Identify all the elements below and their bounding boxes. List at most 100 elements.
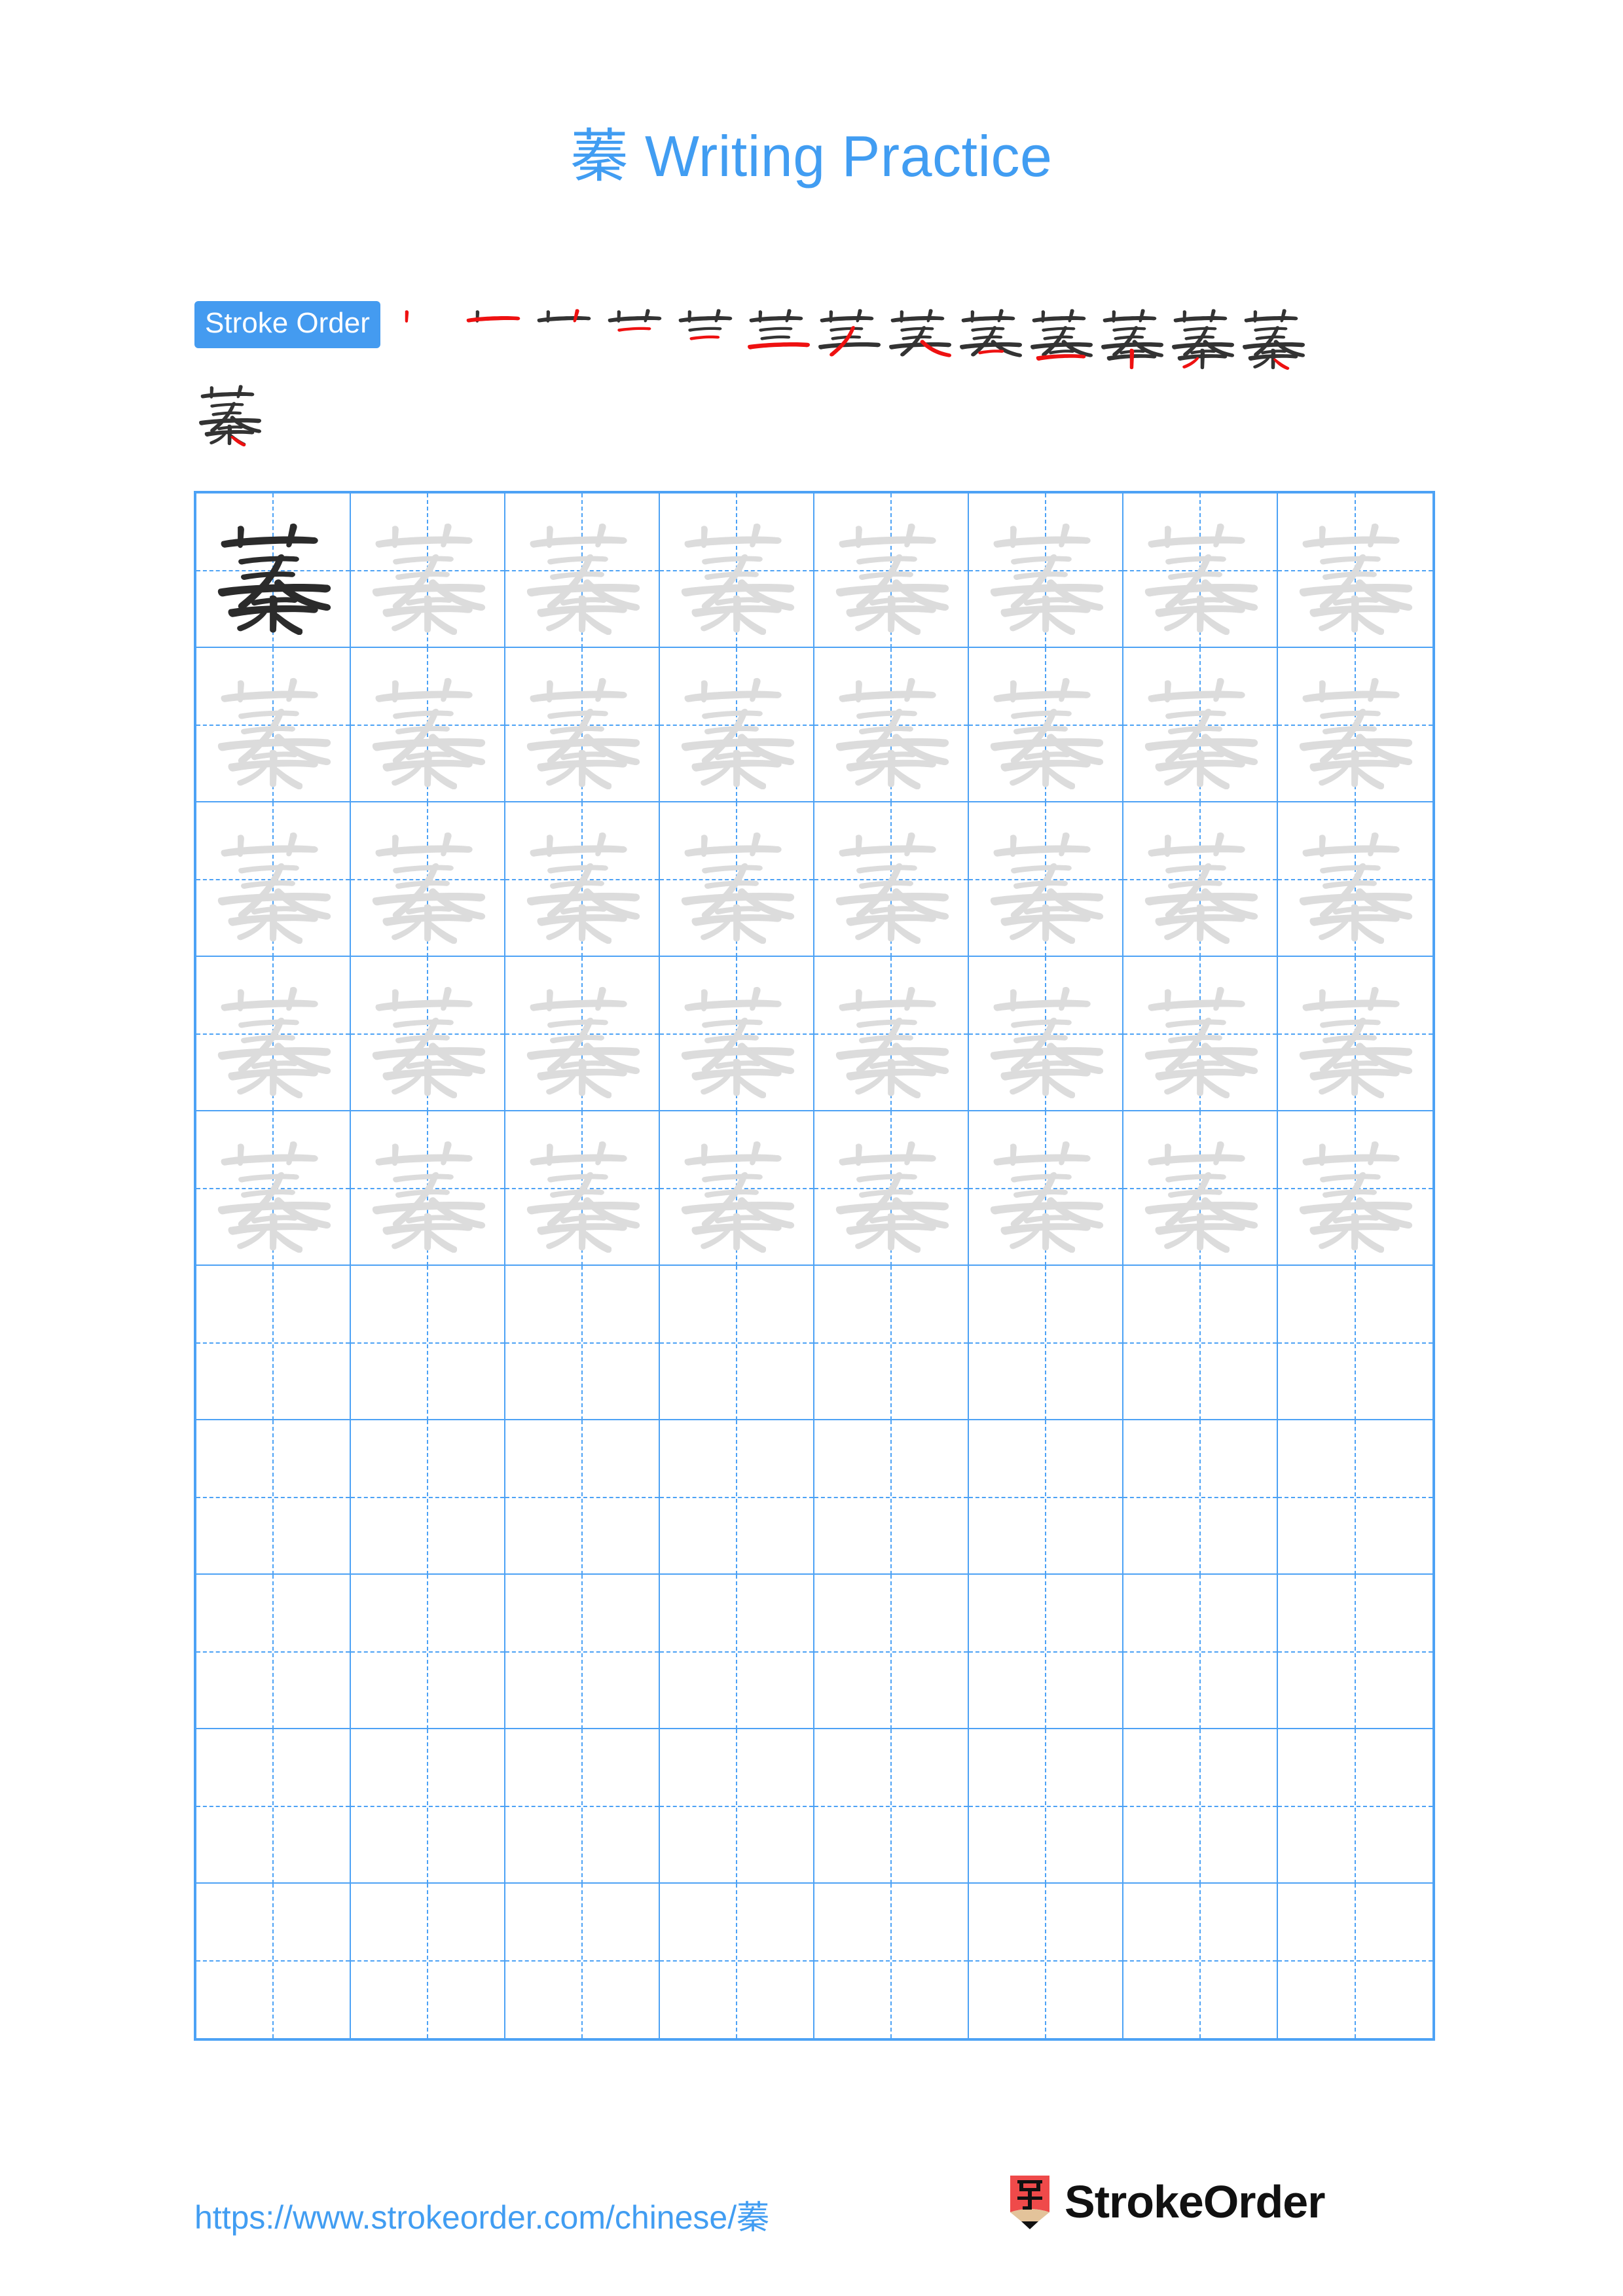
practice-cell-r7-c3[interactable] (660, 1575, 814, 1729)
practice-cell-r9-c4[interactable] (814, 1884, 969, 2038)
practice-cell-r2-c2[interactable] (505, 802, 660, 957)
practice-cell-r7-c0[interactable] (196, 1575, 351, 1729)
stroke-step-11 (1097, 300, 1167, 370)
practice-cell-r5-c5[interactable] (969, 1266, 1123, 1420)
practice-cell-r0-c7[interactable] (1278, 493, 1432, 648)
trace-character (1278, 1111, 1432, 1266)
stroke-step-4 (602, 300, 672, 370)
practice-cell-r7-c7[interactable] (1278, 1575, 1432, 1729)
practice-cell-r3-c3[interactable] (660, 957, 814, 1111)
practice-cell-r5-c2[interactable] (505, 1266, 660, 1420)
practice-cell-r0-c4[interactable] (814, 493, 969, 648)
practice-cell-r2-c4[interactable] (814, 802, 969, 957)
practice-cell-r8-c5[interactable] (969, 1729, 1123, 1884)
practice-cell-r1-c6[interactable] (1123, 648, 1278, 802)
trace-character (351, 957, 504, 1111)
practice-cell-r5-c3[interactable] (660, 1266, 814, 1420)
practice-cell-r9-c5[interactable] (969, 1884, 1123, 2038)
practice-cell-r6-c2[interactable] (505, 1420, 660, 1575)
stroke-step-7 (814, 300, 884, 370)
trace-character (505, 957, 659, 1111)
practice-cell-r7-c5[interactable] (969, 1575, 1123, 1729)
practice-cell-r0-c6[interactable] (1123, 493, 1278, 648)
practice-cell-r7-c4[interactable] (814, 1575, 969, 1729)
practice-cell-r6-c0[interactable] (196, 1420, 351, 1575)
practice-cell-r3-c7[interactable] (1278, 957, 1432, 1111)
practice-cell-r5-c4[interactable] (814, 1266, 969, 1420)
practice-cell-r0-c1[interactable] (351, 493, 505, 648)
practice-cell-r0-c2[interactable] (505, 493, 660, 648)
trace-character (351, 1111, 504, 1266)
practice-cell-r1-c0[interactable] (196, 648, 351, 802)
practice-cell-r8-c4[interactable] (814, 1729, 969, 1884)
practice-cell-r4-c2[interactable] (505, 1111, 660, 1266)
practice-cell-r3-c4[interactable] (814, 957, 969, 1111)
practice-cell-r9-c2[interactable] (505, 1884, 660, 2038)
practice-cell-r6-c3[interactable] (660, 1420, 814, 1575)
practice-cell-r9-c0[interactable] (196, 1884, 351, 2038)
practice-cell-r4-c5[interactable] (969, 1111, 1123, 1266)
practice-cell-r9-c6[interactable] (1123, 1884, 1278, 2038)
practice-cell-r4-c6[interactable] (1123, 1111, 1278, 1266)
trace-character (505, 493, 659, 648)
practice-cell-r8-c0[interactable] (196, 1729, 351, 1884)
trace-character (1278, 802, 1432, 957)
practice-cell-r0-c3[interactable] (660, 493, 814, 648)
practice-cell-r1-c2[interactable] (505, 648, 660, 802)
practice-cell-r6-c7[interactable] (1278, 1420, 1432, 1575)
practice-cell-r0-c0[interactable] (196, 493, 351, 648)
practice-cell-r8-c1[interactable] (351, 1729, 505, 1884)
practice-cell-r8-c2[interactable] (505, 1729, 660, 1884)
practice-grid-row (196, 1575, 1432, 1729)
practice-cell-r6-c6[interactable] (1123, 1420, 1278, 1575)
practice-grid-row (196, 1420, 1432, 1575)
practice-cell-r2-c6[interactable] (1123, 802, 1278, 957)
practice-cell-r2-c1[interactable] (351, 802, 505, 957)
practice-cell-r6-c4[interactable] (814, 1420, 969, 1575)
stroke-step-1 (390, 300, 460, 370)
practice-cell-r8-c3[interactable] (660, 1729, 814, 1884)
trace-character (969, 493, 1122, 648)
practice-cell-r5-c6[interactable] (1123, 1266, 1278, 1420)
footer-url-link[interactable]: https://www.strokeorder.com/chinese/蓁 (194, 2191, 769, 2238)
practice-cell-r1-c4[interactable] (814, 648, 969, 802)
practice-cell-r1-c5[interactable] (969, 648, 1123, 802)
practice-cell-r9-c3[interactable] (660, 1884, 814, 2038)
trace-character (1123, 957, 1277, 1111)
practice-cell-r1-c7[interactable] (1278, 648, 1432, 802)
practice-grid-row (196, 493, 1432, 648)
practice-cell-r4-c3[interactable] (660, 1111, 814, 1266)
practice-cell-r9-c1[interactable] (351, 1884, 505, 2038)
practice-cell-r5-c0[interactable] (196, 1266, 351, 1420)
practice-cell-r3-c0[interactable] (196, 957, 351, 1111)
practice-cell-r6-c5[interactable] (969, 1420, 1123, 1575)
practice-cell-r4-c4[interactable] (814, 1111, 969, 1266)
practice-cell-r5-c7[interactable] (1278, 1266, 1432, 1420)
practice-cell-r2-c7[interactable] (1278, 802, 1432, 957)
practice-cell-r8-c7[interactable] (1278, 1729, 1432, 1884)
practice-cell-r1-c1[interactable] (351, 648, 505, 802)
practice-cell-r3-c5[interactable] (969, 957, 1123, 1111)
practice-cell-r9-c7[interactable] (1278, 1884, 1432, 2038)
trace-character (814, 493, 968, 648)
practice-cell-r0-c5[interactable] (969, 493, 1123, 648)
practice-cell-r7-c6[interactable] (1123, 1575, 1278, 1729)
practice-cell-r2-c3[interactable] (660, 802, 814, 957)
trace-character (660, 957, 813, 1111)
practice-cell-r6-c1[interactable] (351, 1420, 505, 1575)
practice-cell-r7-c2[interactable] (505, 1575, 660, 1729)
practice-cell-r2-c0[interactable] (196, 802, 351, 957)
practice-cell-r3-c1[interactable] (351, 957, 505, 1111)
practice-cell-r7-c1[interactable] (351, 1575, 505, 1729)
practice-cell-r8-c6[interactable] (1123, 1729, 1278, 1884)
practice-cell-r4-c7[interactable] (1278, 1111, 1432, 1266)
practice-cell-r5-c1[interactable] (351, 1266, 505, 1420)
practice-cell-r4-c1[interactable] (351, 1111, 505, 1266)
practice-cell-r1-c3[interactable] (660, 648, 814, 802)
practice-cell-r2-c5[interactable] (969, 802, 1123, 957)
practice-cell-r3-c6[interactable] (1123, 957, 1278, 1111)
practice-cell-r4-c0[interactable] (196, 1111, 351, 1266)
stroke-step-2 (460, 300, 531, 370)
trace-character (1278, 648, 1432, 802)
practice-cell-r3-c2[interactable] (505, 957, 660, 1111)
